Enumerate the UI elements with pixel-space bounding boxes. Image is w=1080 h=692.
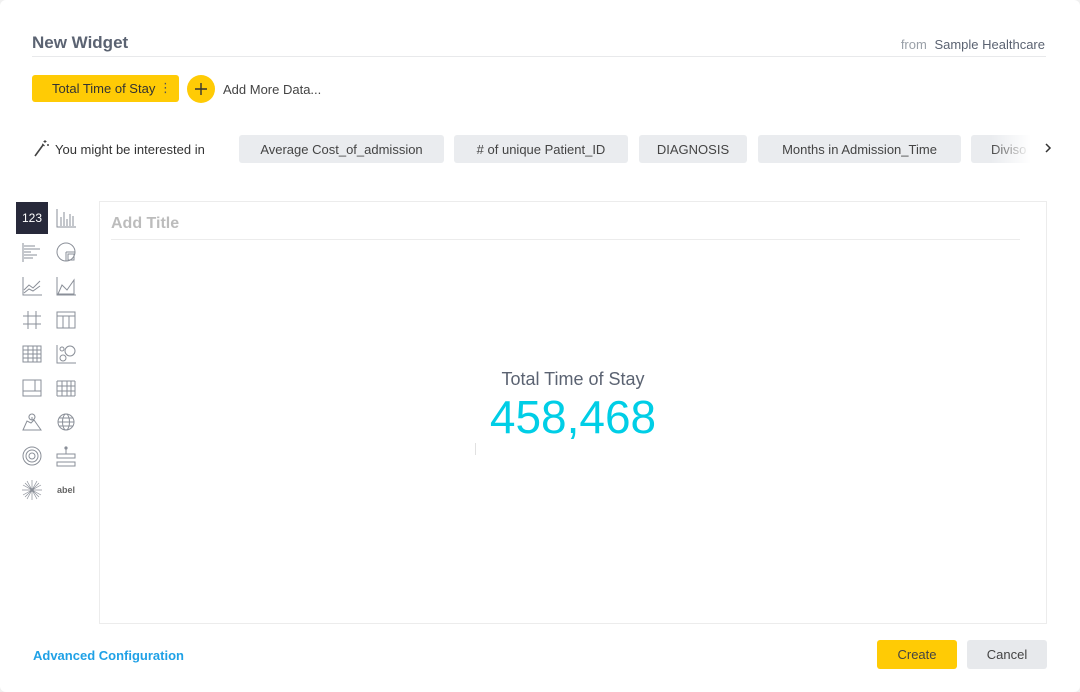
plus-icon: [195, 83, 207, 95]
scatter-icon[interactable]: [50, 338, 82, 370]
vertical-dots-icon[interactable]: ⋮: [159, 81, 172, 95]
suggestions-fade: [991, 135, 1031, 163]
funnel-icon[interactable]: [50, 440, 82, 472]
widget-title-input[interactable]: Add Title: [111, 215, 179, 233]
kpi-cursor-mark: [475, 443, 476, 455]
column-chart-icon[interactable]: [50, 202, 82, 234]
advanced-configuration-link[interactable]: Advanced Configuration: [33, 648, 184, 663]
table-columns-icon[interactable]: [50, 304, 82, 336]
line-chart-icon[interactable]: [16, 270, 48, 302]
globe-icon[interactable]: [50, 406, 82, 438]
from-label: from: [900, 37, 927, 52]
table-icon[interactable]: [16, 304, 48, 336]
label-icon[interactable]: abel: [50, 474, 82, 506]
area-chart-icon[interactable]: [50, 270, 82, 302]
title-divider: [111, 239, 1020, 240]
suggestion-chip[interactable]: DIAGNOSIS: [639, 135, 747, 163]
cancel-button[interactable]: Cancel: [967, 640, 1047, 669]
suggestion-chip[interactable]: Average Cost_of_admission: [239, 135, 444, 163]
header-divider: [32, 56, 1046, 57]
suggestion-chip[interactable]: # of unique Patient_ID: [454, 135, 628, 163]
add-data-button[interactable]: [187, 75, 215, 103]
chevron-right-icon[interactable]: [1042, 140, 1054, 156]
indicator-label: 123: [21, 211, 43, 225]
kpi-label: Total Time of Stay: [501, 369, 645, 389]
data-chip-total-time-of-stay[interactable]: Total Time of Stay ⋮: [32, 75, 179, 102]
data-chip-label: Total Time of Stay: [52, 81, 156, 96]
sunburst-icon[interactable]: [16, 440, 48, 472]
suggestions-list: Average Cost_of_admission # of unique Pa…: [239, 135, 1031, 163]
indicator-icon[interactable]: 123: [16, 202, 48, 234]
pivot-table-icon[interactable]: [16, 338, 48, 370]
bar-chart-icon[interactable]: [16, 236, 48, 268]
kpi-value: 458,468: [489, 391, 657, 443]
treemap-icon[interactable]: [16, 372, 48, 404]
magic-wand-icon: [34, 140, 49, 157]
dialog-title: New Widget: [32, 33, 129, 52]
widget-preview-canvas: Add Title Total Time of Stay 458,468: [99, 201, 1047, 624]
add-more-data-link[interactable]: Add More Data...: [223, 82, 321, 97]
pie-chart-icon[interactable]: [50, 236, 82, 268]
starburst-icon[interactable]: [16, 474, 48, 506]
new-widget-dialog: New Widget from Sample Healthcare Total …: [0, 0, 1080, 692]
label-tile-text: abel: [56, 485, 75, 495]
suggestions-label: You might be interested in: [55, 142, 205, 157]
suggestion-chip[interactable]: Months in Admission_Time: [758, 135, 961, 163]
data-source-name[interactable]: Sample Healthcare: [934, 37, 1045, 52]
create-button[interactable]: Create: [877, 640, 957, 669]
heatmap-icon[interactable]: [50, 372, 82, 404]
data-source: from Sample Healthcare: [901, 37, 1045, 52]
map-icon[interactable]: [16, 406, 48, 438]
